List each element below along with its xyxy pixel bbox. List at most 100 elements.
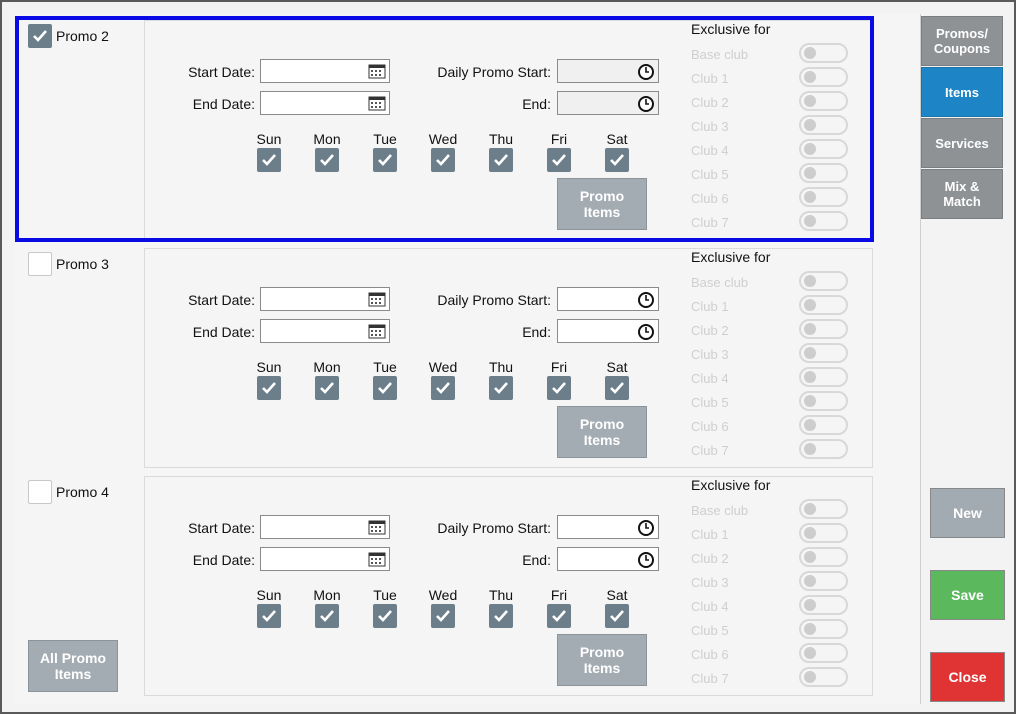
daily-start-input[interactable] <box>557 515 659 539</box>
calendar-icon[interactable] <box>368 519 386 538</box>
day-checkbox-tue[interactable] <box>373 604 397 628</box>
side-tab-items[interactable]: Items <box>921 67 1003 117</box>
clock-icon[interactable] <box>637 323 655 344</box>
day-checkbox-fri[interactable] <box>547 148 571 172</box>
club-exclusive-toggle[interactable] <box>799 367 848 387</box>
side-tab-mix-match[interactable]: Mix & Match <box>921 169 1003 219</box>
club-exclusive-toggle[interactable] <box>799 91 848 111</box>
club-exclusive-toggle[interactable] <box>799 67 848 87</box>
club-exclusive-toggle[interactable] <box>799 271 848 291</box>
day-checkbox-tue[interactable] <box>373 376 397 400</box>
daily-start-input[interactable] <box>557 59 659 83</box>
calendar-icon[interactable] <box>368 551 386 570</box>
club-exclusive-toggle[interactable] <box>799 415 848 435</box>
new-button[interactable]: New <box>930 488 1005 538</box>
club-label: Base club <box>691 47 749 62</box>
calendar-icon[interactable] <box>368 63 386 82</box>
club-exclusive-toggle[interactable] <box>799 571 848 591</box>
clock-icon[interactable] <box>637 63 655 84</box>
club-exclusive-toggle[interactable] <box>799 139 848 159</box>
day-checkbox-thu[interactable] <box>489 376 513 400</box>
day-checkbox-sat[interactable] <box>605 148 629 172</box>
club-exclusive-toggle[interactable] <box>799 163 848 183</box>
clock-icon[interactable] <box>637 551 655 572</box>
day-checkbox-thu[interactable] <box>489 604 513 628</box>
day-checkbox-sun[interactable] <box>257 604 281 628</box>
promo-enable-checkbox[interactable] <box>28 480 52 504</box>
all-promo-items-button[interactable]: All Promo Items <box>28 640 118 692</box>
day-checkbox-sun[interactable] <box>257 376 281 400</box>
end-date-label: End Date: <box>192 96 255 112</box>
clock-icon[interactable] <box>637 95 655 116</box>
promo-items-button[interactable]: Promo Items <box>557 406 647 458</box>
daily-end-input[interactable] <box>557 91 659 115</box>
club-exclusive-toggle[interactable] <box>799 391 848 411</box>
calendar-icon[interactable] <box>368 323 386 342</box>
day-checkbox-wed[interactable] <box>431 148 455 172</box>
end-date-input[interactable] <box>260 547 390 571</box>
club-exclusive-toggle[interactable] <box>799 667 848 687</box>
promo-items-button[interactable]: Promo Items <box>557 634 647 686</box>
club-exclusive-toggle[interactable] <box>799 343 848 363</box>
day-label-thu: Thu <box>488 359 514 375</box>
clock-icon[interactable] <box>637 291 655 312</box>
daily-end-input[interactable] <box>557 319 659 343</box>
side-tab-label-line: Coupons <box>933 41 991 56</box>
side-tab-services[interactable]: Services <box>921 118 1003 168</box>
day-checkbox-thu[interactable] <box>489 148 513 172</box>
club-exclusive-toggle[interactable] <box>799 187 848 207</box>
end-date-input[interactable] <box>260 91 390 115</box>
start-date-input[interactable] <box>260 59 390 83</box>
club-exclusive-toggle[interactable] <box>799 115 848 135</box>
club-exclusive-toggle[interactable] <box>799 619 848 639</box>
day-checkbox-fri[interactable] <box>547 604 571 628</box>
club-label: Club 3 <box>691 119 729 134</box>
promo-enable-checkbox[interactable] <box>28 24 52 48</box>
start-date-input[interactable] <box>260 287 390 311</box>
day-checkbox-mon[interactable] <box>315 376 339 400</box>
promo-label: Promo 2 <box>56 28 109 44</box>
day-checkbox-wed[interactable] <box>431 376 455 400</box>
start-date-input[interactable] <box>260 515 390 539</box>
club-label: Club 2 <box>691 95 729 110</box>
day-checkbox-sat[interactable] <box>605 604 629 628</box>
club-exclusive-toggle[interactable] <box>799 499 848 519</box>
promo-enable-checkbox[interactable] <box>28 252 52 276</box>
day-checkbox-wed[interactable] <box>431 604 455 628</box>
toggle-knob <box>804 623 816 635</box>
day-checkbox-sun[interactable] <box>257 148 281 172</box>
club-exclusive-toggle[interactable] <box>799 523 848 543</box>
day-checkbox-mon[interactable] <box>315 148 339 172</box>
club-exclusive-toggle[interactable] <box>799 547 848 567</box>
club-exclusive-toggle[interactable] <box>799 211 848 231</box>
all-promo-items-label-line2: Items <box>54 666 92 682</box>
day-checkbox-fri[interactable] <box>547 376 571 400</box>
side-tab-promos-coupons[interactable]: Promos/Coupons <box>921 16 1003 66</box>
day-checkbox-mon[interactable] <box>315 604 339 628</box>
club-exclusive-toggle[interactable] <box>799 319 848 339</box>
club-label: Club 6 <box>691 647 729 662</box>
day-checkbox-tue[interactable] <box>373 148 397 172</box>
club-exclusive-toggle[interactable] <box>799 43 848 63</box>
club-exclusive-toggle[interactable] <box>799 439 848 459</box>
promo-items-label-line2: Items <box>583 204 621 220</box>
calendar-icon[interactable] <box>368 291 386 310</box>
save-button[interactable]: Save <box>930 570 1005 620</box>
toggle-knob <box>804 671 816 683</box>
side-tab-label-line: Match <box>943 194 981 209</box>
daily-start-input[interactable] <box>557 287 659 311</box>
club-exclusive-toggle[interactable] <box>799 643 848 663</box>
start-date-label: Start Date: <box>188 292 255 308</box>
end-date-input[interactable] <box>260 319 390 343</box>
calendar-icon[interactable] <box>368 95 386 114</box>
promo-items-button[interactable]: Promo Items <box>557 178 647 230</box>
day-label-thu: Thu <box>488 587 514 603</box>
close-button[interactable]: Close <box>930 652 1005 702</box>
daily-end-input[interactable] <box>557 547 659 571</box>
toggle-knob <box>804 503 816 515</box>
day-label-wed: Wed <box>428 359 458 375</box>
day-checkbox-sat[interactable] <box>605 376 629 400</box>
club-exclusive-toggle[interactable] <box>799 295 848 315</box>
club-exclusive-toggle[interactable] <box>799 595 848 615</box>
clock-icon[interactable] <box>637 519 655 540</box>
